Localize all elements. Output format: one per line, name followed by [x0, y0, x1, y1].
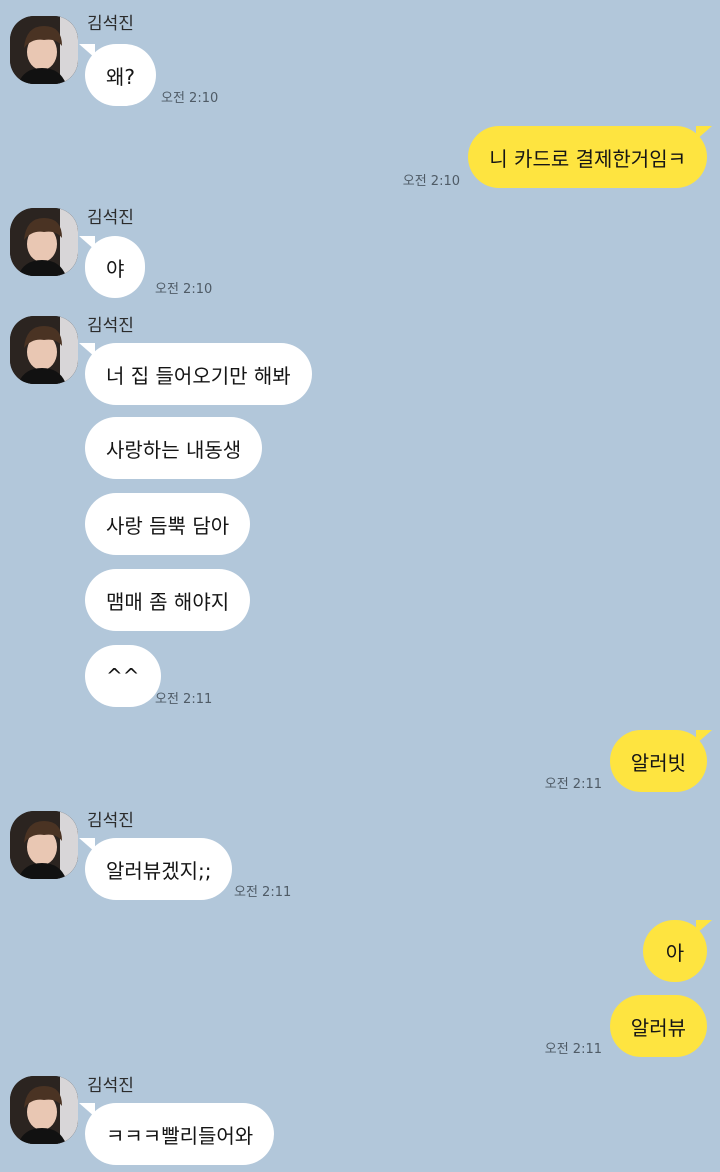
message-time: 오전 2:11 — [544, 777, 602, 792]
sender-avatar[interactable] — [10, 316, 78, 384]
sender-name: 김석진 — [87, 316, 134, 336]
avatar-image — [10, 316, 78, 384]
sender-name: 김석진 — [87, 14, 134, 34]
incoming-message[interactable]: 너 집 들어오기만 해봐 — [85, 343, 312, 405]
outgoing-message[interactable]: 알러뷰 — [609, 995, 707, 1057]
sender-name: 김석진 — [87, 208, 134, 228]
outgoing-message[interactable]: 니 카드로 결제한거임ㅋ — [468, 126, 707, 188]
avatar-image — [10, 208, 78, 276]
sender-avatar[interactable] — [10, 1076, 78, 1144]
incoming-message[interactable]: 사랑하는 내동생 — [85, 417, 263, 479]
sender-avatar[interactable] — [10, 16, 78, 84]
avatar-image — [10, 811, 78, 879]
avatar-image — [10, 1076, 78, 1144]
incoming-message[interactable]: ㅋㅋㅋ빨리들어와 — [85, 1103, 275, 1165]
sender-name: 김석진 — [87, 811, 134, 831]
message-time: 오전 2:10 — [402, 174, 460, 189]
sender-avatar[interactable] — [10, 811, 78, 879]
sender-avatar[interactable] — [10, 208, 78, 276]
bubble-tail — [696, 920, 712, 934]
incoming-message[interactable]: 맴매 좀 해야지 — [85, 569, 251, 631]
incoming-message[interactable]: 야 — [85, 236, 146, 298]
bubble-tail — [696, 126, 712, 140]
sender-name: 김석진 — [87, 1076, 134, 1096]
avatar-image — [10, 16, 78, 84]
bubble-tail — [696, 730, 712, 744]
outgoing-message[interactable]: 알러빗 — [609, 730, 707, 792]
message-time: 오전 2:10 — [155, 282, 213, 297]
incoming-message[interactable]: 왜? — [85, 44, 157, 106]
incoming-message[interactable]: 사랑 듬뿍 담아 — [85, 493, 251, 555]
message-time: 오전 2:11 — [234, 885, 292, 900]
incoming-message[interactable]: ^^ — [85, 645, 161, 707]
message-time: 오전 2:11 — [544, 1042, 602, 1057]
message-time: 오전 2:10 — [161, 91, 219, 106]
message-time: 오전 2:11 — [155, 692, 213, 707]
incoming-message[interactable]: 알러뷰겠지;; — [85, 838, 233, 900]
